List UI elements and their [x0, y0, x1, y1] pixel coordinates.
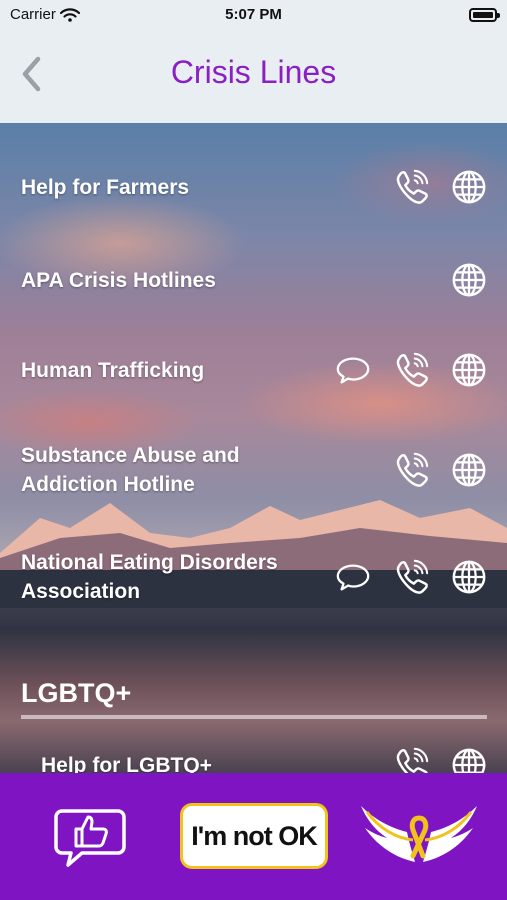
list-item-label: Substance Abuse and Addiction Hotline [21, 441, 240, 499]
section-header-lgbtq: LGBTQ+ [21, 678, 132, 708]
phone-icon[interactable] [391, 350, 431, 390]
list-item-label-line2: Addiction Hotline [21, 473, 195, 496]
phone-icon[interactable] [391, 745, 431, 773]
globe-icon[interactable] [449, 260, 489, 300]
not-ok-button[interactable]: I'm not OK [180, 803, 328, 869]
list-item-label: Help for LGBTQ+ [41, 753, 212, 774]
chat-icon[interactable] [333, 557, 373, 597]
phone-icon[interactable] [391, 450, 431, 490]
status-bar: Carrier 5:07 PM [0, 0, 507, 30]
globe-icon[interactable] [449, 557, 489, 597]
globe-icon[interactable] [449, 745, 489, 773]
list-item[interactable]: Human Trafficking [0, 350, 507, 390]
battery-icon [469, 8, 500, 22]
globe-icon[interactable] [449, 450, 489, 490]
list-item-label: APA Crisis Hotlines [21, 268, 216, 292]
list-item[interactable]: APA Crisis Hotlines [0, 260, 507, 300]
list-item-label-line1: National Eating Disorders [21, 551, 278, 574]
crisis-lines-list[interactable]: Help for Farmers APA Crisis Hotlines Hum… [0, 123, 507, 773]
navigation-bar: Crisis Lines [0, 30, 507, 123]
list-item-label-line2: Association [21, 580, 141, 603]
list-item-label-line1: Substance Abuse and [21, 444, 240, 467]
list-item[interactable]: Help for LGBTQ+ [0, 745, 507, 773]
list-item-label: Human Trafficking [21, 358, 205, 382]
wings-ribbon-logo [361, 806, 477, 862]
globe-icon[interactable] [449, 167, 489, 207]
list-item[interactable]: Substance Abuse and Addiction Hotline [0, 441, 507, 499]
home-logo-button[interactable] [357, 800, 481, 872]
list-item-label: Help for Farmers [21, 175, 190, 199]
chat-icon[interactable] [333, 350, 373, 390]
list-item-label: National Eating Disorders Association [21, 548, 278, 606]
section-divider [21, 715, 487, 719]
page-title: Crisis Lines [170, 54, 337, 90]
list-item[interactable]: Help for Farmers [0, 167, 507, 207]
clock: 5:07 PM [225, 6, 282, 23]
phone-icon[interactable] [391, 167, 431, 207]
list-item[interactable]: National Eating Disorders Association [0, 548, 507, 606]
globe-icon[interactable] [449, 350, 489, 390]
feedback-button[interactable] [52, 801, 128, 871]
bottom-bar: I'm not OK [0, 773, 507, 900]
phone-icon[interactable] [391, 557, 431, 597]
thumbs-up-chat-icon [54, 809, 126, 867]
